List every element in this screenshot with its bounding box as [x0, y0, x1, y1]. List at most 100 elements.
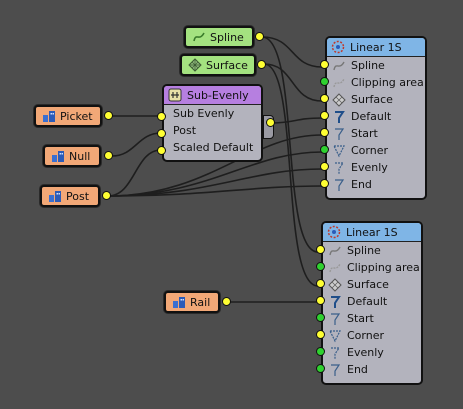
spline-icon — [329, 246, 341, 255]
null-node[interactable]: Null — [43, 145, 101, 167]
linear-row-label: Evenly — [347, 346, 384, 359]
building-icon — [173, 297, 185, 308]
linear-input-port[interactable] — [320, 145, 329, 154]
linear-1s-title: Linear 1S — [350, 40, 402, 54]
wire — [107, 149, 162, 197]
post-row-label: Post — [173, 124, 197, 137]
picket-node[interactable]: Picket — [34, 105, 102, 127]
linear-row: Start — [327, 125, 425, 142]
surface-output-port[interactable] — [257, 60, 266, 69]
rail-node[interactable]: Rail — [164, 291, 220, 313]
default-icon — [335, 110, 345, 123]
post-node[interactable]: Post — [40, 185, 100, 207]
sub-evenly-input-port[interactable] — [157, 112, 166, 121]
post-row: Post — [164, 122, 261, 139]
building-icon — [43, 111, 55, 122]
linear-row: Start — [323, 310, 421, 327]
scaled-default-input-port[interactable] — [157, 146, 166, 155]
null-output-port[interactable] — [104, 151, 113, 160]
surface-icon — [188, 58, 202, 72]
sub-evenly-header[interactable]: Sub-Evenly — [164, 86, 261, 105]
linear-row: Spline — [327, 57, 425, 74]
linear-row-label: Start — [347, 312, 374, 325]
linear-1s-rows: Spline Clipping area Surface Default Start Co… — [327, 57, 425, 193]
start-icon — [335, 127, 345, 140]
clipping-area-icon — [333, 78, 345, 87]
linear-row-label: Surface — [347, 278, 389, 291]
linear-input-port[interactable] — [320, 111, 329, 120]
surface-icon — [328, 277, 342, 292]
start-icon — [331, 312, 341, 325]
surface-node-label: Surface — [206, 58, 248, 72]
linear-input-port[interactable] — [316, 313, 325, 322]
wire — [261, 36, 319, 253]
linear-row-label: Default — [351, 110, 392, 123]
linear-row: Clipping area — [323, 259, 421, 276]
linear-row: Evenly — [327, 159, 425, 176]
linear-input-port[interactable] — [316, 364, 325, 373]
linear-row: Default — [327, 108, 425, 125]
linear-input-port[interactable] — [316, 347, 325, 356]
post-input-port[interactable] — [157, 129, 166, 138]
linear-1s-header[interactable]: Linear 1S — [323, 223, 421, 242]
linear-input-port[interactable] — [316, 279, 325, 288]
spline-node-label: Spline — [210, 30, 244, 44]
linear-row-label: Spline — [351, 59, 385, 72]
wire — [111, 132, 162, 157]
surface-icon — [332, 92, 346, 107]
linear-input-port[interactable] — [316, 330, 325, 339]
linear-1s-node-bottom[interactable]: Linear 1S Spline Clipping area Surface Defa… — [321, 221, 423, 385]
rail-output-port[interactable] — [222, 297, 231, 306]
linear-row-label: Corner — [351, 144, 389, 157]
linear-1s-title: Linear 1S — [346, 225, 398, 239]
surface-node[interactable]: Surface — [180, 54, 256, 76]
linear-row-label: Spline — [347, 244, 381, 257]
wire — [270, 117, 323, 124]
linear-input-port[interactable] — [320, 128, 329, 137]
linear-row: Corner — [323, 327, 421, 344]
sub-evenly-output-port[interactable] — [266, 118, 275, 127]
linear-row: End — [327, 176, 425, 193]
linear-row: Surface — [327, 91, 425, 108]
linear-row-label: Clipping area — [351, 76, 424, 89]
picket-output-port[interactable] — [104, 111, 113, 120]
building-icon — [49, 191, 61, 202]
linear-input-port[interactable] — [316, 245, 325, 254]
linear-row: Evenly — [323, 344, 421, 361]
linear-row-label: Start — [351, 127, 378, 140]
linear-1s-node-top[interactable]: Linear 1S Spline Clipping area Surface Defa… — [325, 36, 427, 200]
linear-row-label: Corner — [347, 329, 385, 342]
sub-evenly-node[interactable]: Sub-Evenly Sub Evenly Post Scaled Defaul… — [162, 84, 263, 162]
linear-input-port[interactable] — [316, 296, 325, 305]
linear-mode-icon — [331, 40, 345, 54]
wire — [263, 63, 319, 287]
evenly-icon — [331, 346, 341, 359]
linear-row-label: Clipping area — [347, 261, 420, 274]
linear-input-port[interactable] — [320, 94, 329, 103]
end-icon — [335, 178, 345, 191]
building-icon — [52, 151, 64, 162]
post-output-port[interactable] — [102, 191, 111, 200]
picket-node-label: Picket — [60, 109, 93, 123]
linear-input-port[interactable] — [320, 179, 329, 188]
spline-output-port[interactable] — [255, 32, 264, 41]
linear-row: Clipping area — [327, 74, 425, 91]
linear-input-port[interactable] — [320, 60, 329, 69]
clipping-area-icon — [329, 263, 341, 272]
evenly-icon — [335, 161, 345, 174]
linear-row-label: Evenly — [351, 161, 388, 174]
linear-input-port[interactable] — [316, 262, 325, 271]
spline-node[interactable]: Spline — [184, 26, 254, 48]
linear-1s-header[interactable]: Linear 1S — [327, 38, 425, 57]
null-node-label: Null — [69, 149, 91, 163]
linear-row: End — [323, 361, 421, 378]
linear-row-label: Surface — [351, 93, 393, 106]
end-icon — [331, 363, 341, 376]
corner-icon — [329, 329, 341, 342]
linear-input-port[interactable] — [320, 162, 329, 171]
linear-input-port[interactable] — [320, 77, 329, 86]
scaled-default-row: Scaled Default — [164, 139, 261, 156]
spline-icon — [193, 32, 205, 42]
sub-evenly-row-label: Sub Evenly — [173, 107, 235, 120]
linear-1s-rows: Spline Clipping area Surface Default Start Co… — [323, 242, 421, 378]
